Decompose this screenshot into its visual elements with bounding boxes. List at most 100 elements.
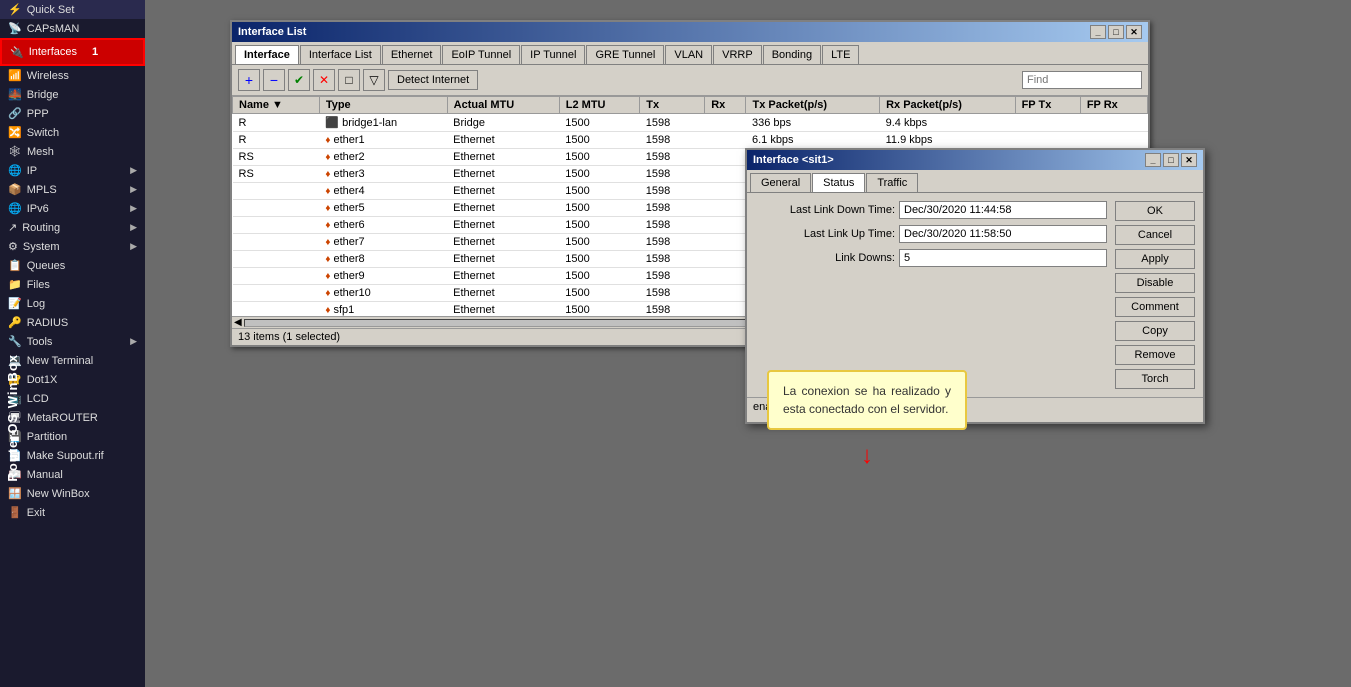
sidebar-item-log[interactable]: 📝 Log <box>0 294 145 313</box>
tab-gre-tunnel[interactable]: GRE Tunnel <box>586 45 664 64</box>
row-name: ♦ ether5 <box>319 200 447 217</box>
row-status: R <box>233 132 320 149</box>
disable-button[interactable]: ✕ <box>313 69 335 91</box>
tab-ip-tunnel[interactable]: IP Tunnel <box>521 45 585 64</box>
chevron-right-icon: ▶ <box>130 165 137 176</box>
enable-button[interactable]: ✔ <box>288 69 310 91</box>
files-icon: 📁 <box>8 278 22 291</box>
sidebar-item-system[interactable]: ⚙ System ▶ <box>0 237 145 256</box>
row-l2mtu: 1598 <box>640 166 705 183</box>
remove-button-detail[interactable]: Remove <box>1115 345 1195 365</box>
col-tx-pps[interactable]: Tx Packet(p/s) <box>746 97 880 114</box>
detect-internet-button[interactable]: Detect Internet <box>388 70 478 90</box>
sidebar-item-label: Bridge <box>27 89 59 101</box>
col-name[interactable]: Name ▼ <box>233 97 320 114</box>
row-tx <box>705 183 746 200</box>
capsman-icon: 📡 <box>8 22 22 35</box>
sidebar-item-label: Interfaces <box>29 46 77 58</box>
sidebar-item-routing[interactable]: ↗ Routing ▶ <box>0 218 145 237</box>
col-actual-mtu[interactable]: Actual MTU <box>447 97 559 114</box>
sidebar-item-mpls[interactable]: 📦 MPLS ▶ <box>0 180 145 199</box>
link-downs-value[interactable] <box>899 249 1107 267</box>
sidebar-item-label: Routing <box>22 222 60 234</box>
chevron-right-icon: ▶ <box>130 241 137 252</box>
detail-tab-status[interactable]: Status <box>812 173 865 192</box>
col-type[interactable]: Type <box>319 97 447 114</box>
cancel-button[interactable]: Cancel <box>1115 225 1195 245</box>
sidebar-item-mesh[interactable]: 🕸 Mesh <box>0 142 145 161</box>
sidebar-item-interfaces[interactable]: 🔌 Interfaces 1 <box>0 38 145 66</box>
col-rx-pps[interactable]: Rx Packet(p/s) <box>880 97 1015 114</box>
last-link-up-label: Last Link Up Time: <box>755 228 895 240</box>
remove-button[interactable]: − <box>263 69 285 91</box>
row-txpps: 9.4 kbps <box>880 114 1015 132</box>
tab-lte[interactable]: LTE <box>822 45 859 64</box>
comment-button[interactable]: Comment <box>1115 297 1195 317</box>
table-row[interactable]: R ♦ ether1 Ethernet 1500 1598 6.1 kbps 1… <box>233 132 1148 149</box>
tab-bonding[interactable]: Bonding <box>763 45 821 64</box>
tab-eoip-tunnel[interactable]: EoIP Tunnel <box>442 45 520 64</box>
ok-button[interactable]: OK <box>1115 201 1195 221</box>
row-name: ♦ ether10 <box>319 285 447 302</box>
col-fp-rx[interactable]: FP Rx <box>1080 97 1147 114</box>
sidebar-item-label: Wireless <box>27 70 69 82</box>
last-link-up-value[interactable] <box>899 225 1107 243</box>
torch-button[interactable]: Torch <box>1115 369 1195 389</box>
row-name: ♦ ether2 <box>319 149 447 166</box>
col-fp-tx[interactable]: FP Tx <box>1015 97 1080 114</box>
tab-interface-list[interactable]: Interface List <box>300 45 381 64</box>
row-name: ♦ ether9 <box>319 268 447 285</box>
sidebar-item-switch[interactable]: 🔀 Switch <box>0 123 145 142</box>
close-button[interactable]: ✕ <box>1126 25 1142 39</box>
row-l2mtu: 1598 <box>640 132 705 149</box>
sidebar-item-files[interactable]: 📁 Files <box>0 275 145 294</box>
tab-interface[interactable]: Interface <box>235 45 299 64</box>
wireless-icon: 📶 <box>8 69 22 82</box>
sidebar-item-label: RADIUS <box>27 317 69 329</box>
sidebar-item-exit[interactable]: 🚪 Exit <box>0 503 145 522</box>
detail-maximize-button[interactable]: □ <box>1163 153 1179 167</box>
tab-vrrp[interactable]: VRRP <box>713 45 762 64</box>
add-button[interactable]: + <box>238 69 260 91</box>
sidebar-item-quick-set[interactable]: ⚡ Quick Set <box>0 0 145 19</box>
sidebar-item-new-winbox[interactable]: 🪟 New WinBox <box>0 484 145 503</box>
detail-minimize-button[interactable]: _ <box>1145 153 1161 167</box>
sidebar-item-label: Exit <box>27 507 45 519</box>
copy-button[interactable]: □ <box>338 69 360 91</box>
minimize-button[interactable]: _ <box>1090 25 1106 39</box>
link-downs-label: Link Downs: <box>755 252 895 264</box>
sidebar-item-label: Quick Set <box>27 4 75 16</box>
interfaces-icon: 🔌 <box>10 46 24 59</box>
find-input[interactable] <box>1022 71 1142 89</box>
table-row[interactable]: R ⬛ bridge1-lan Bridge 1500 1598 336 bps… <box>233 114 1148 132</box>
sidebar-item-label: Switch <box>27 127 59 139</box>
col-l2-mtu[interactable]: L2 MTU <box>559 97 639 114</box>
col-tx[interactable]: Tx <box>640 97 705 114</box>
sidebar-item-radius[interactable]: 🔑 RADIUS <box>0 313 145 332</box>
sidebar-item-wireless[interactable]: 📶 Wireless <box>0 66 145 85</box>
sidebar-item-ip[interactable]: 🌐 IP ▶ <box>0 161 145 180</box>
apply-button[interactable]: Apply <box>1115 249 1195 269</box>
tab-vlan[interactable]: VLAN <box>665 45 712 64</box>
sidebar-item-queues[interactable]: 📋 Queues <box>0 256 145 275</box>
sidebar-item-label: IPv6 <box>27 203 49 215</box>
sidebar-item-bridge[interactable]: 🌉 Bridge <box>0 85 145 104</box>
row-name: ♦ ether8 <box>319 251 447 268</box>
disable-button[interactable]: Disable <box>1115 273 1195 293</box>
detail-tab-general[interactable]: General <box>750 173 811 192</box>
detail-tab-traffic[interactable]: Traffic <box>866 173 918 192</box>
col-rx[interactable]: Rx <box>705 97 746 114</box>
sidebar-item-ppp[interactable]: 🔗 PPP <box>0 104 145 123</box>
filter-button[interactable]: ▽ <box>363 69 385 91</box>
sidebar-item-ipv6[interactable]: 🌐 IPv6 ▶ <box>0 199 145 218</box>
detail-close-button[interactable]: ✕ <box>1181 153 1197 167</box>
maximize-button[interactable]: □ <box>1108 25 1124 39</box>
tab-ethernet[interactable]: Ethernet <box>382 45 442 64</box>
detail-tabs: General Status Traffic <box>747 170 1203 193</box>
mesh-icon: 🕸 <box>8 145 22 158</box>
sidebar-item-capsman[interactable]: 📡 CAPsMAN <box>0 19 145 38</box>
sidebar-item-label: Dot1X <box>27 374 58 386</box>
last-link-down-value[interactable] <box>899 201 1107 219</box>
row-tx <box>705 149 746 166</box>
copy-button-detail[interactable]: Copy <box>1115 321 1195 341</box>
